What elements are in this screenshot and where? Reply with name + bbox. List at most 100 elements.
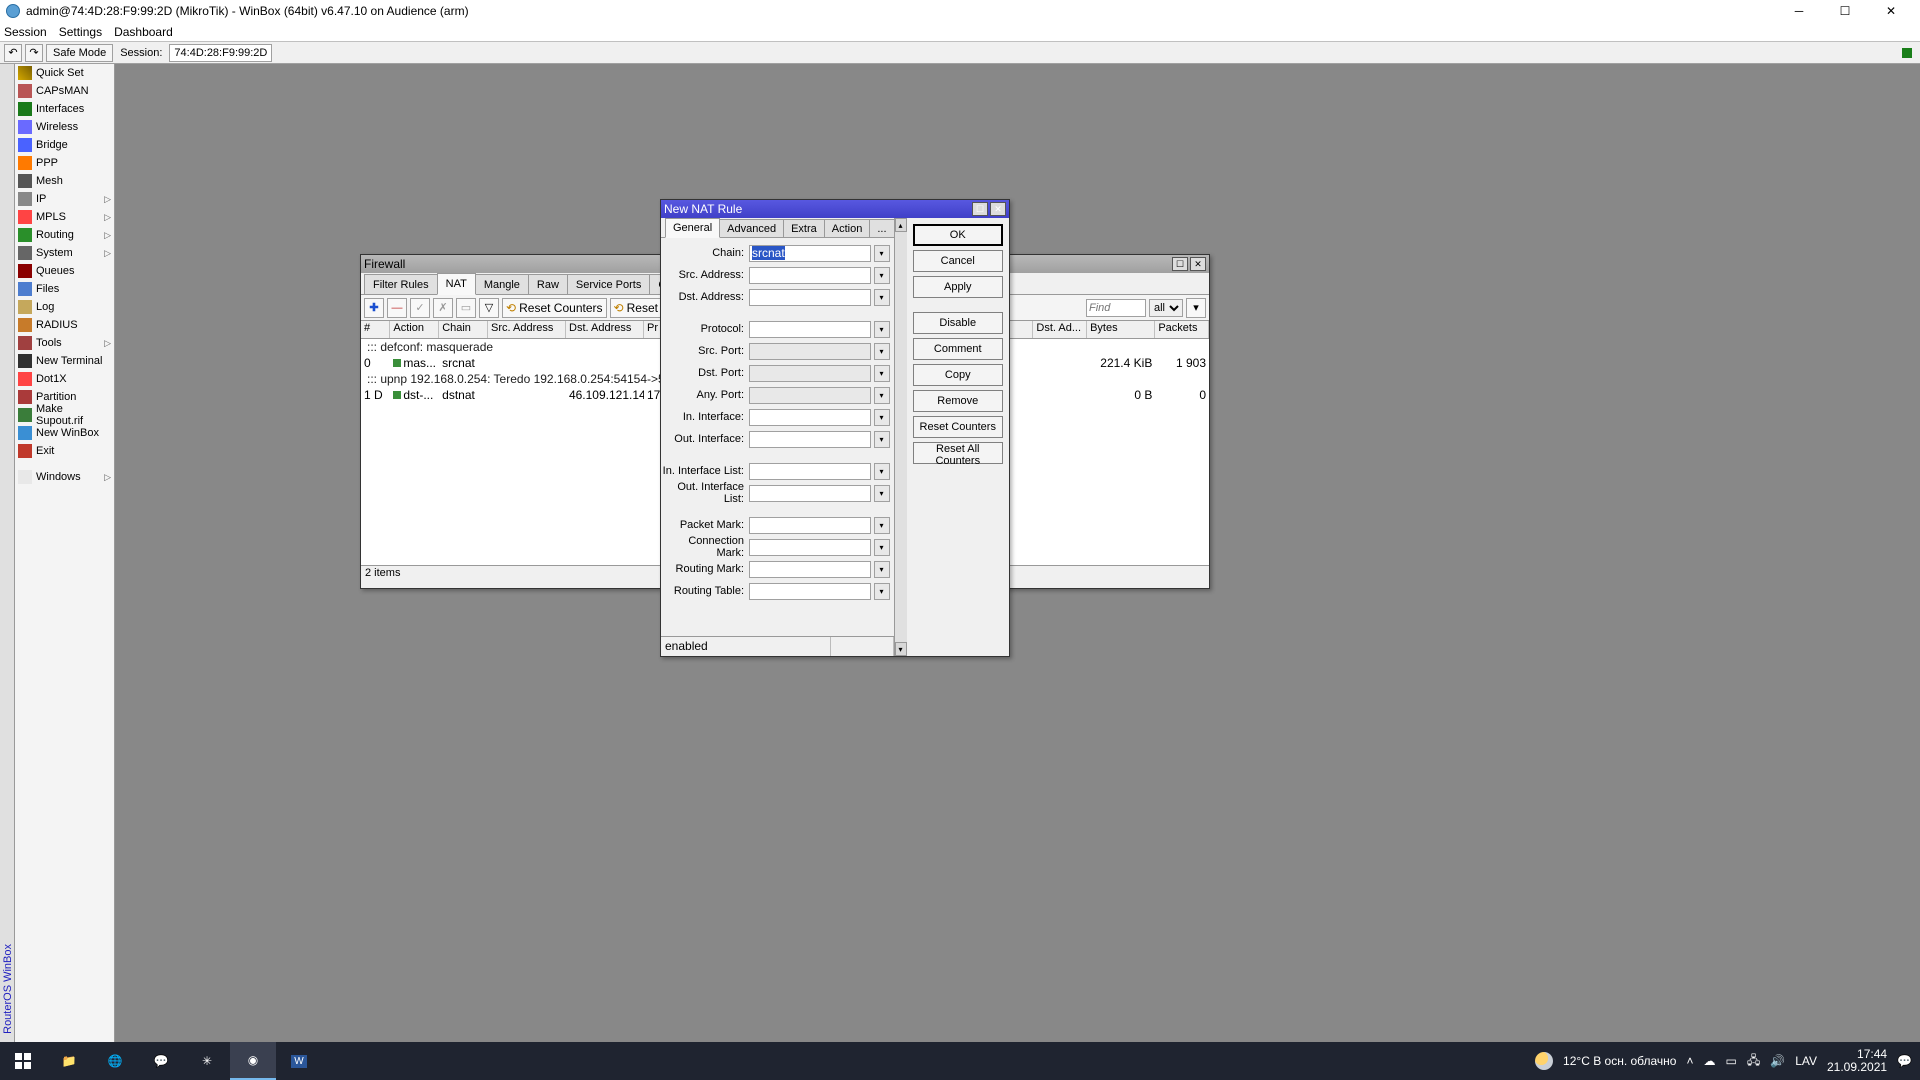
disable-button[interactable]: Disable	[913, 312, 1003, 334]
sidebar-rail[interactable]: RouterOS WinBox	[0, 64, 15, 1042]
reset-counters-button[interactable]: Reset Counters	[913, 416, 1003, 438]
ok-button[interactable]: OK	[913, 224, 1003, 246]
sidebar-item-ppp[interactable]: PPP	[15, 154, 114, 172]
sidebar-item-new-winbox[interactable]: New WinBox	[15, 424, 114, 442]
dropdown-arrow-icon[interactable]: ▾	[874, 431, 890, 448]
tray-network-icon[interactable]: 🖧	[1747, 1051, 1760, 1072]
copy-button[interactable]: Copy	[913, 364, 1003, 386]
comment-button[interactable]: ▭	[456, 298, 476, 318]
tray-battery-icon[interactable]: ▭	[1726, 1054, 1737, 1068]
nat-form-scrollbar[interactable]: ▴ ▾	[894, 218, 907, 656]
add-button[interactable]: ✚	[364, 298, 384, 318]
nat-dialog-titlebar[interactable]: New NAT Rule ☐ ✕	[661, 200, 1009, 218]
dropdown-arrow-icon[interactable]: ▾	[874, 245, 890, 262]
nat-close-button[interactable]: ✕	[990, 202, 1006, 216]
sidebar-item-ip[interactable]: IP▷	[15, 190, 114, 208]
sidebar-item-mpls[interactable]: MPLS▷	[15, 208, 114, 226]
remove-button[interactable]: —	[387, 298, 407, 318]
tab-raw[interactable]: Raw	[528, 274, 568, 294]
dropdown-arrow-icon[interactable]: ▾	[874, 539, 890, 556]
out_iflist-input[interactable]	[749, 485, 871, 502]
file-explorer-icon[interactable]: 📁	[46, 1042, 92, 1080]
scroll-down-icon[interactable]: ▾	[895, 642, 907, 656]
sidebar-item-new-terminal[interactable]: New Terminal	[15, 352, 114, 370]
tab-service-ports[interactable]: Service Ports	[567, 274, 650, 294]
weather-text[interactable]: 12°C В осн. облачно	[1563, 1054, 1676, 1068]
dst_port-input[interactable]	[749, 365, 871, 382]
protocol-input[interactable]	[749, 321, 871, 338]
nat-tab-...[interactable]: ...	[869, 219, 894, 237]
sidebar-item-wireless[interactable]: Wireless	[15, 118, 114, 136]
out_interface-input[interactable]	[749, 431, 871, 448]
tab-nat[interactable]: NAT	[437, 273, 476, 295]
apply-button[interactable]: Apply	[913, 276, 1003, 298]
taskbar-clock[interactable]: 17:44 21.09.2021	[1827, 1048, 1887, 1074]
tray-onedrive-icon[interactable]: ☁	[1704, 1054, 1716, 1068]
edge-icon[interactable]: 🌐	[92, 1042, 138, 1080]
dropdown-arrow-icon[interactable]: ▾	[874, 343, 890, 360]
menu-dashboard[interactable]: Dashboard	[114, 25, 173, 39]
tab-filter-rules[interactable]: Filter Rules	[364, 274, 438, 294]
src_address-input[interactable]	[749, 267, 871, 284]
column-header[interactable]: Bytes	[1087, 321, 1155, 338]
disable-button[interactable]: ✗	[433, 298, 453, 318]
sidebar-item-routing[interactable]: Routing▷	[15, 226, 114, 244]
nat-tab-advanced[interactable]: Advanced	[719, 219, 784, 237]
column-header[interactable]: Chain	[439, 321, 488, 338]
tray-chevron-icon[interactable]: ˄	[1686, 1054, 1693, 1068]
sidebar-item-capsman[interactable]: CAPsMAN	[15, 82, 114, 100]
in_iflist-input[interactable]	[749, 463, 871, 480]
nat-tab-general[interactable]: General	[665, 218, 720, 238]
dropdown-arrow-icon[interactable]: ▾	[874, 267, 890, 284]
safe-mode-button[interactable]: Safe Mode	[46, 44, 113, 62]
menu-settings[interactable]: Settings	[59, 25, 102, 39]
cancel-button[interactable]: Cancel	[913, 250, 1003, 272]
conn_mark-input[interactable]	[749, 539, 871, 556]
sidebar-item-queues[interactable]: Queues	[15, 262, 114, 280]
word-icon[interactable]: W	[276, 1042, 322, 1080]
nat-tab-action[interactable]: Action	[824, 219, 871, 237]
dropdown-arrow-icon[interactable]: ▾	[874, 365, 890, 382]
sidebar-item-radius[interactable]: RADIUS	[15, 316, 114, 334]
dropdown-arrow-icon[interactable]: ▾	[874, 289, 890, 306]
filter-scope-select[interactable]: all	[1149, 299, 1183, 317]
reset-counters-button[interactable]: ⟲ Reset Counters	[502, 298, 607, 318]
find-input[interactable]	[1086, 299, 1146, 317]
sidebar-item-make-supout-rif[interactable]: Make Supout.rif	[15, 406, 114, 424]
maximize-button[interactable]: ☐	[1822, 0, 1868, 22]
teams-icon[interactable]: 💬	[138, 1042, 184, 1080]
remove-button[interactable]: Remove	[913, 390, 1003, 412]
tray-volume-icon[interactable]: 🔊	[1770, 1054, 1785, 1068]
sidebar-item-files[interactable]: Files	[15, 280, 114, 298]
filter-dropdown-button[interactable]: ▾	[1186, 298, 1206, 318]
dropdown-arrow-icon[interactable]: ▾	[874, 409, 890, 426]
sidebar-item-quick-set[interactable]: Quick Set	[15, 64, 114, 82]
column-header[interactable]: Src. Address	[488, 321, 566, 338]
slack-icon[interactable]: ✳	[184, 1042, 230, 1080]
column-header[interactable]: Dst. Address	[566, 321, 644, 338]
tab-mangle[interactable]: Mangle	[475, 274, 529, 294]
comment-button[interactable]: Comment	[913, 338, 1003, 360]
filter-button[interactable]: ▽	[479, 298, 499, 318]
reset-all-counters-button[interactable]: Reset All Counters	[913, 442, 1003, 464]
dropdown-arrow-icon[interactable]: ▾	[874, 517, 890, 534]
redo-button[interactable]: ↷	[25, 44, 43, 62]
nat-tab-extra[interactable]: Extra	[783, 219, 825, 237]
sidebar-item-tools[interactable]: Tools▷	[15, 334, 114, 352]
scroll-up-icon[interactable]: ▴	[895, 218, 907, 232]
undo-button[interactable]: ↶	[4, 44, 22, 62]
action-center-icon[interactable]: 💬	[1897, 1054, 1912, 1068]
column-header[interactable]: Dst. Ad...	[1033, 321, 1087, 338]
dropdown-arrow-icon[interactable]: ▾	[874, 463, 890, 480]
reset-all-counters-button[interactable]: ⟲ Reset	[610, 298, 662, 318]
column-header[interactable]: Packets	[1155, 321, 1209, 338]
dropdown-arrow-icon[interactable]: ▾	[874, 583, 890, 600]
sidebar-item-exit[interactable]: Exit	[15, 442, 114, 460]
dst_address-input[interactable]	[749, 289, 871, 306]
minimize-button[interactable]: ─	[1776, 0, 1822, 22]
src_port-input[interactable]	[749, 343, 871, 360]
start-button[interactable]	[0, 1042, 46, 1080]
firewall-restore-button[interactable]: ☐	[1172, 257, 1188, 271]
sidebar-item-log[interactable]: Log	[15, 298, 114, 316]
dropdown-arrow-icon[interactable]: ▾	[874, 387, 890, 404]
